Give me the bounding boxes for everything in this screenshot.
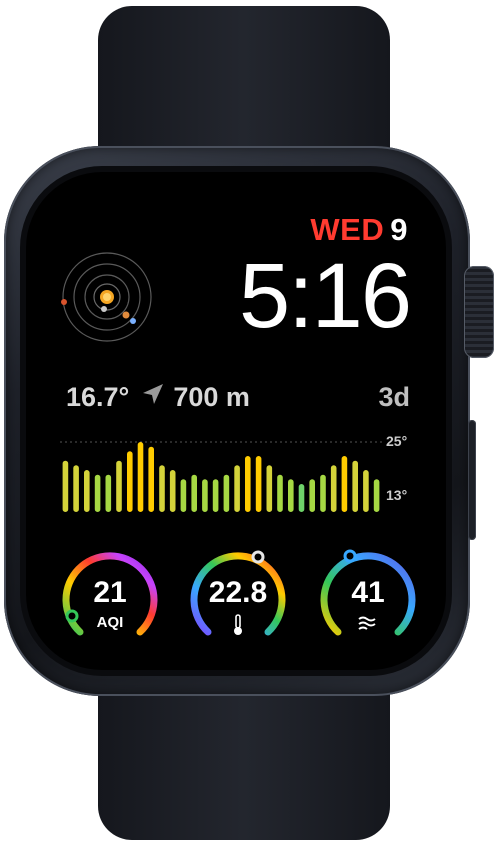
temperature-bar: [373, 479, 380, 512]
aqi-value: 21: [93, 576, 127, 609]
temperature-forecast-chart: 25° 13°: [60, 433, 407, 512]
wind-icon: [318, 614, 418, 636]
temperature-bar: [159, 465, 165, 512]
temperature-complication[interactable]: 22.8: [188, 546, 288, 646]
temperature-bar: [73, 465, 79, 512]
solar-system-icon[interactable]: [58, 248, 156, 346]
aqi-label: AQI: [96, 614, 124, 631]
thermometer-icon: [188, 614, 288, 640]
humidity-indicator-dot: [343, 549, 357, 563]
temperature-bar: [148, 446, 154, 512]
date-display: WED 9: [310, 212, 408, 248]
temperature-bar: [84, 470, 90, 512]
temperature-bar: [309, 479, 315, 512]
temperature-bar: [202, 479, 208, 512]
temperature-bar: [330, 465, 337, 512]
temperature-bar: [191, 474, 197, 512]
current-temperature: 16.7°: [66, 382, 130, 412]
time-display: 5:16: [238, 245, 412, 347]
temperature-bar: [62, 460, 69, 512]
humidity-value: 41: [351, 576, 385, 609]
temperature-bar: [169, 470, 176, 512]
temperature-bar: [277, 474, 283, 512]
chart-bars: [62, 442, 380, 512]
temperature-bar: [288, 479, 294, 512]
side-button[interactable]: [468, 420, 476, 540]
temperature-bar: [127, 451, 133, 512]
temperature-bar: [94, 474, 101, 512]
max-temp-label: 25°: [386, 433, 407, 449]
temperature-bar: [255, 456, 262, 512]
day-number: 9: [390, 212, 408, 247]
temperature-bar: [234, 465, 240, 512]
temperature-bar: [212, 479, 219, 512]
temperature-bar: [223, 474, 230, 512]
watch-product-image: WED 9 5:16 16.7° 700 m 3d 25° 13° 21 AQI…: [0, 0, 498, 842]
temperature-bar: [363, 470, 369, 512]
temperature-bar: [320, 474, 326, 512]
location-arrow-icon: [141, 382, 165, 413]
temperature-bar: [298, 484, 305, 512]
temperature-bar: [180, 479, 187, 512]
aqi-complication[interactable]: 21 AQI: [60, 546, 160, 646]
min-temp-label: 13°: [386, 487, 407, 503]
weekday-label: WED: [310, 212, 385, 247]
watch-screen[interactable]: WED 9 5:16 16.7° 700 m 3d 25° 13° 21 AQI…: [26, 172, 446, 670]
temperature-bar: [137, 442, 144, 512]
temperature-indicator-dot: [251, 550, 265, 564]
temperature-bar: [266, 465, 273, 512]
temperature-bar: [105, 474, 112, 512]
temperature-bar: [352, 460, 358, 512]
distance-value: 700 m: [173, 382, 250, 412]
temperature-bar: [116, 460, 122, 512]
temperature-bar: [341, 456, 348, 512]
temperature-bar: [245, 456, 251, 512]
humidity-complication[interactable]: 41: [318, 546, 418, 646]
digital-crown[interactable]: [464, 266, 494, 358]
temperature-value: 22.8: [208, 576, 268, 609]
weather-summary[interactable]: 16.7° 700 m 3d: [66, 382, 410, 413]
forecast-range: 3d: [378, 382, 410, 412]
